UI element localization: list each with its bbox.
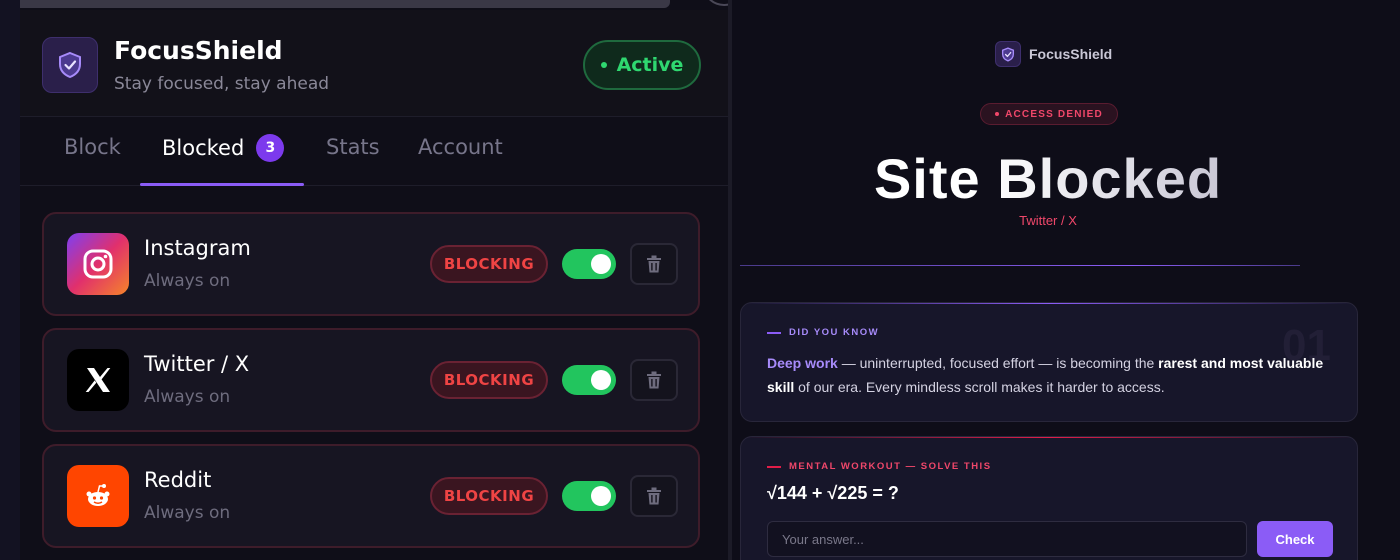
fact-label-text: DID YOU KNOW [789,327,880,338]
fact-text: Deep work — uninterrupted, focused effor… [767,351,1333,399]
blocking-status-badge: BLOCKING [430,477,548,515]
divider [740,265,1300,266]
trash-icon [647,255,661,273]
status-label: Active [616,54,684,76]
shield-check-icon [995,41,1021,67]
site-enabled-toggle[interactable] [562,481,616,511]
blocked-count-badge: 3 [256,134,285,162]
tab-label: Stats [326,135,380,159]
delete-site-button[interactable] [630,475,678,517]
quiz-question: √144 + √225 = ? [767,483,899,503]
browser-scrollbar[interactable] [20,0,670,8]
fact-text-part1: — uninterrupted, focused effort — is bec… [837,355,1159,371]
shield-check-icon [42,37,98,93]
delete-site-button[interactable] [630,359,678,401]
blocked-site-name: Twitter / X [1019,213,1077,228]
fact-term: Deep work [767,355,838,371]
site-name: Instagram [144,236,251,260]
site-enabled-toggle[interactable] [562,249,616,279]
tab-label: Block [64,135,121,159]
access-denied-label: ACCESS DENIED [1005,108,1103,120]
fact-card: 01 DID YOU KNOW Deep work — uninterrupte… [740,302,1358,422]
fact-text-part2: of our era. Every mindless scroll makes … [794,379,1165,395]
x-icon [67,349,129,411]
tab-label: Account [418,135,503,159]
reddit-icon [67,465,129,527]
app-title: FocusShield [114,36,283,65]
block-page-brand: FocusShield [995,41,1112,67]
site-schedule: Always on [144,503,231,523]
fact-label: DID YOU KNOW [767,327,879,338]
tab-account[interactable]: Account [418,135,503,159]
denied-dot-icon [995,112,1000,116]
tab-block[interactable]: Block [64,135,121,159]
page-title: Site Blocked [732,146,1364,211]
toggle-knob [591,254,611,274]
popup-header: FocusShield Stay focused, stay ahead Act… [20,10,728,116]
tab-blocked[interactable]: Blocked 3 [162,134,285,163]
site-name: Twitter / X [144,352,250,376]
access-denied-badge: ACCESS DENIED [980,103,1118,125]
delete-site-button[interactable] [630,243,678,285]
app-subtitle: Stay focused, stay ahead [114,74,330,94]
trash-icon [647,487,661,505]
trash-icon [647,371,661,389]
blocked-site-card-twitter: Twitter / X Always on BLOCKING [42,328,700,432]
status-dot-icon [600,62,607,68]
tab-bar: Block Blocked 3 Stats Account [20,116,728,186]
block-page: FocusShield ACCESS DENIED Site Blocked T… [732,0,1400,560]
blocked-site-card-reddit: Reddit Always on BLOCKING [42,444,700,548]
site-schedule: Always on [144,387,231,407]
check-button[interactable]: Check [1257,521,1333,557]
tab-stats[interactable]: Stats [326,135,380,159]
status-toggle-active[interactable]: Active [583,40,701,90]
label-dash [767,331,781,334]
site-name: Reddit [144,468,212,492]
label-dash [767,465,781,468]
toggle-knob [591,370,611,390]
active-tab-indicator [140,183,304,186]
quiz-label-text: MENTAL WORKOUT — SOLVE THIS [789,461,992,472]
answer-input[interactable] [767,521,1247,557]
blocking-status-badge: BLOCKING [430,361,548,399]
extension-popup: FocusShield Stay focused, stay ahead Act… [20,0,728,560]
blocking-status-badge: BLOCKING [430,245,548,283]
toggle-knob [591,486,611,506]
site-schedule: Always on [144,271,231,291]
site-enabled-toggle[interactable] [562,365,616,395]
tab-label: Blocked [162,136,245,160]
instagram-icon [67,233,129,295]
quiz-card: MENTAL WORKOUT — SOLVE THIS √144 + √225 … [740,436,1358,560]
quiz-label: MENTAL WORKOUT — SOLVE THIS [767,461,992,472]
blocked-site-card-instagram: Instagram Always on BLOCKING [42,212,700,316]
browser-control[interactable] [704,0,728,6]
brand-name: FocusShield [1029,46,1113,62]
